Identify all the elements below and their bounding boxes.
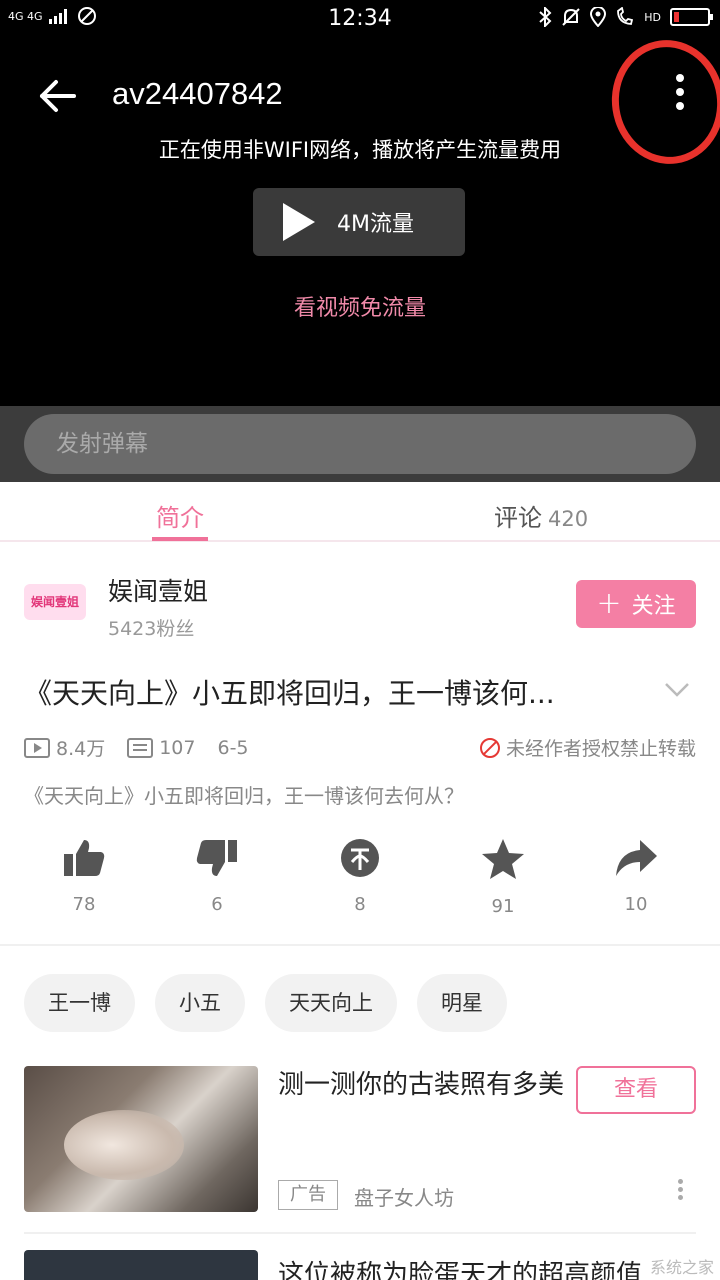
location-icon xyxy=(590,7,607,27)
danmaku-count: 107 xyxy=(159,736,196,759)
star-icon xyxy=(482,839,524,879)
follow-button[interactable]: + 关注 xyxy=(576,580,696,628)
play-with-data-button[interactable]: 4M流量 xyxy=(253,188,465,256)
copyright-text: 未经作者授权禁止转载 xyxy=(505,738,696,760)
favorite-count: 91 xyxy=(491,896,515,917)
tag-chip[interactable]: 明星 xyxy=(417,974,507,1032)
ad-badge: 广告 xyxy=(278,1180,338,1210)
thumbs-down-icon xyxy=(196,840,237,876)
next-item-title[interactable]: 这位被称为脸蛋天才的超高颜值 xyxy=(278,1254,642,1280)
network-notice: 正在使用非WIFI网络，播放将产生流量费用 xyxy=(158,138,562,162)
thumbs-up-icon xyxy=(64,840,105,876)
tab-comments[interactable]: 评论 420 xyxy=(494,498,588,533)
video-title: 《天天向上》小五即将回归，王一博该何... xyxy=(24,677,555,710)
system-icons: HD xyxy=(538,7,713,27)
uploader-avatar[interactable]: 娱闻壹姐 xyxy=(24,584,86,620)
more-options-button[interactable] xyxy=(660,68,700,118)
list-divider xyxy=(24,1232,696,1234)
tab-comments-label: 评论 xyxy=(494,504,542,532)
video-meta: 8.4万 107 6-5 xyxy=(24,734,249,761)
ad-thumbnail[interactable] xyxy=(24,1066,258,1212)
ad-thumbnail-figure xyxy=(64,1110,184,1180)
chevron-down-icon[interactable] xyxy=(664,676,690,702)
bluetooth-icon xyxy=(539,7,552,27)
content-tabs: 简介 评论 420 xyxy=(0,482,720,542)
play-button-label: 4M流量 xyxy=(337,212,414,237)
ad-source: 盘子女人坊 xyxy=(354,1186,454,1210)
play-icon xyxy=(283,203,315,241)
coin-count: 8 xyxy=(354,894,366,915)
video-id-title: av24407842 xyxy=(112,76,283,111)
wifi-call-icon xyxy=(617,7,634,25)
ad-title[interactable]: 测一测你的古装照有多美 xyxy=(278,1068,568,1102)
battery-level xyxy=(674,12,679,22)
video-player[interactable]: av24407842 正在使用非WIFI网络，播放将产生流量费用 4M流量 看视… xyxy=(0,32,720,406)
publish-date: 6-5 xyxy=(217,736,249,759)
section-divider xyxy=(0,944,720,946)
status-bar: 4G 4G 12:34 HD xyxy=(0,0,720,38)
forbidden-icon xyxy=(479,737,500,758)
copyright-notice: 未经作者授权禁止转载 xyxy=(479,734,696,761)
ad-more-button[interactable] xyxy=(670,1176,690,1206)
action-bar: 78 6 8 91 10 xyxy=(0,838,720,928)
coin-button[interactable]: 8 xyxy=(315,838,405,915)
view-count: 8.4万 xyxy=(56,738,106,760)
tag-chip[interactable]: 天天向上 xyxy=(265,974,397,1032)
tab-intro[interactable]: 简介 xyxy=(156,498,204,533)
like-button[interactable]: 78 xyxy=(39,838,129,915)
more-dots-icon xyxy=(676,74,684,82)
danmaku-bar: 发射弹幕 xyxy=(0,406,720,482)
next-item-thumbnail[interactable] xyxy=(24,1250,258,1280)
active-tab-indicator xyxy=(152,537,208,541)
mute-bell-icon xyxy=(562,8,580,26)
danmaku-input[interactable]: 发射弹幕 xyxy=(24,414,696,474)
battery-icon xyxy=(670,8,713,26)
danmaku-count-icon xyxy=(127,737,154,758)
uploader-fans: 5423粉丝 xyxy=(108,618,195,640)
tag-chip[interactable]: 小五 xyxy=(155,974,245,1032)
free-data-link[interactable]: 看视频免流量 xyxy=(0,290,720,322)
view-ad-button[interactable]: 查看 xyxy=(576,1066,696,1114)
favorite-button[interactable]: 91 xyxy=(458,838,548,917)
share-count: 10 xyxy=(624,894,648,915)
video-description: 《天天向上》小五即将回归，王一博该何去何从？ xyxy=(24,784,464,808)
coin-icon xyxy=(341,839,379,877)
like-count: 78 xyxy=(72,894,96,915)
dislike-button[interactable]: 6 xyxy=(172,838,262,915)
plus-icon: + xyxy=(596,586,622,621)
follow-label: 关注 xyxy=(631,594,676,619)
more-vertical-icon xyxy=(677,1179,683,1184)
share-icon xyxy=(616,840,657,876)
dislike-count: 6 xyxy=(211,894,223,915)
share-button[interactable]: 10 xyxy=(591,838,681,915)
back-arrow-icon[interactable] xyxy=(36,74,80,118)
tag-chip[interactable]: 王一博 xyxy=(24,974,135,1032)
uploader-name[interactable]: 娱闻壹姐 xyxy=(108,572,208,608)
watermark: 系统之家 xyxy=(649,1258,714,1277)
hd-label: HD xyxy=(644,10,661,24)
tag-list: 王一博 小五 天天向上 明星 xyxy=(24,974,507,1032)
view-count-icon xyxy=(24,737,50,758)
comments-count: 420 xyxy=(548,507,589,531)
